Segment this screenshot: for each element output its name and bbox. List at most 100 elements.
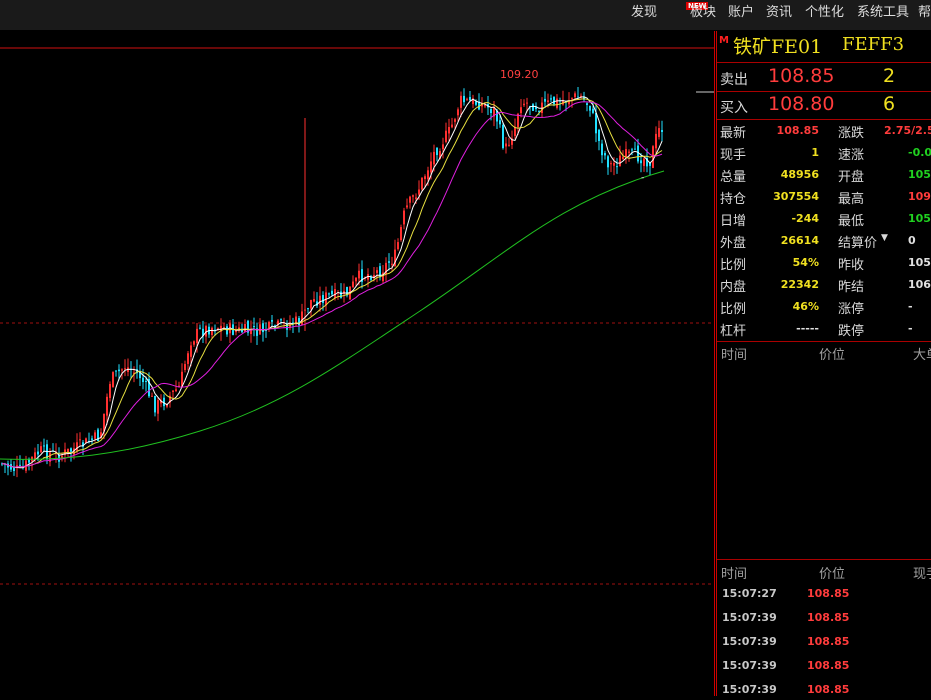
kline-svg: 109.20 - (0, 47, 714, 585)
stat-value: 46% (792, 300, 819, 313)
candle-body (640, 160, 642, 164)
candle-body (340, 291, 342, 298)
stat-value: 1 (811, 146, 819, 159)
candle-body (601, 143, 603, 156)
stat-value: - (908, 300, 913, 313)
candle-body (499, 120, 501, 125)
candle-body (235, 330, 237, 333)
quote-panel: M 铁矿FE01 FEFF3 卖出 108.85 2 买入 108.80 6 最… (714, 31, 931, 696)
moving-averages-group (0, 96, 665, 469)
candle-body (391, 263, 393, 265)
candle-body (313, 299, 315, 302)
ma-white-line (1, 96, 663, 469)
trade-price: 108.85 (807, 587, 850, 600)
stat-label: 现手 (720, 148, 747, 163)
divider (717, 341, 931, 342)
menu-news[interactable]: 资讯 (766, 0, 792, 28)
candle-body (418, 189, 420, 195)
candle-body (424, 176, 426, 180)
candle-body (262, 323, 264, 333)
product-name[interactable]: 铁矿FE01 (733, 32, 822, 59)
menu-personalize[interactable]: 个性化 (805, 0, 844, 28)
candle-body (124, 368, 126, 370)
product-code[interactable]: FEFF3 (842, 34, 904, 55)
quote-header: M 铁矿FE01 FEFF3 (715, 33, 931, 61)
candle-body (607, 156, 609, 168)
trade-price: 108.85 (807, 683, 850, 696)
divider (717, 119, 931, 120)
candle-body (40, 446, 42, 453)
candle-body (310, 299, 312, 309)
candle-body (280, 319, 282, 321)
stat-value: 109 (908, 190, 931, 203)
candle-body (43, 445, 45, 447)
menu-tools[interactable]: 系统工具 (857, 0, 909, 28)
trade-time: 15:07:39 (722, 611, 777, 624)
ma-green-line (0, 170, 665, 460)
candle-body (151, 395, 153, 397)
upper-col-bigorder: 大单 (913, 348, 931, 363)
bid-price[interactable]: 108.80 (768, 93, 834, 115)
candle-body (412, 195, 414, 197)
candle-body (448, 127, 450, 134)
candle-body (94, 432, 96, 439)
candle-body (643, 158, 645, 166)
stat-value: -0.0 (908, 146, 931, 159)
stat-label: 持仓 (720, 192, 747, 207)
candle-body (445, 130, 447, 143)
candle-body (118, 369, 120, 372)
stat-value: 22342 (780, 278, 819, 291)
stat-label: 杠杆 (720, 324, 747, 339)
candle-body (121, 369, 123, 371)
ask-price[interactable]: 108.85 (768, 65, 834, 87)
candle-body (196, 328, 198, 344)
candle-body (460, 95, 462, 108)
low-marker: - (641, 173, 644, 183)
menu-help[interactable]: 帮 (918, 0, 931, 28)
candle-body (619, 155, 621, 167)
stat-value: 105 (908, 256, 931, 269)
candle-body (145, 380, 147, 382)
trade-price: 108.85 (807, 635, 850, 648)
candle-body (319, 295, 321, 305)
candle-body (157, 400, 159, 414)
stat-value: 48956 (780, 168, 819, 181)
candles-group (1, 86, 663, 478)
candle-body (589, 105, 591, 111)
lower-col-price: 价位 (819, 567, 846, 582)
candle-body (586, 103, 588, 106)
peak-price-label: 109.20 (500, 68, 539, 81)
candle-body (109, 384, 111, 398)
candle-body (421, 177, 423, 190)
stat-value: ----- (796, 322, 819, 335)
trade-time: 15:07:39 (722, 635, 777, 648)
candle-body (406, 205, 408, 208)
candle-body (358, 270, 360, 279)
candle-body (172, 390, 174, 393)
bid-volume: 6 (883, 93, 896, 115)
candle-body (598, 129, 600, 142)
candle-body (622, 156, 624, 159)
stat-value: 106 (908, 278, 931, 291)
market-marker-icon: M (719, 35, 729, 46)
candle-body (193, 341, 195, 345)
candle-body (271, 319, 273, 322)
candle-body (112, 372, 114, 388)
stat-value: 307554 (773, 190, 819, 203)
candle-body (604, 153, 606, 156)
ask-volume: 2 (883, 65, 896, 87)
candle-body (508, 144, 510, 146)
candle-body (37, 451, 39, 455)
candle-body (253, 326, 255, 328)
candle-body (370, 277, 372, 280)
menu-discover[interactable]: 发现 (631, 0, 657, 28)
candle-body (355, 277, 357, 282)
chevron-down-icon[interactable]: ▼ (881, 233, 888, 243)
kline-chart[interactable]: 109.20 - (0, 31, 714, 696)
stat-value: 105 (908, 212, 931, 225)
candle-body (544, 98, 546, 102)
candle-body (388, 261, 390, 263)
menu-account[interactable]: 账户 (728, 0, 754, 28)
candle-body (427, 170, 429, 180)
menu-sector[interactable]: 板块 (690, 0, 716, 28)
